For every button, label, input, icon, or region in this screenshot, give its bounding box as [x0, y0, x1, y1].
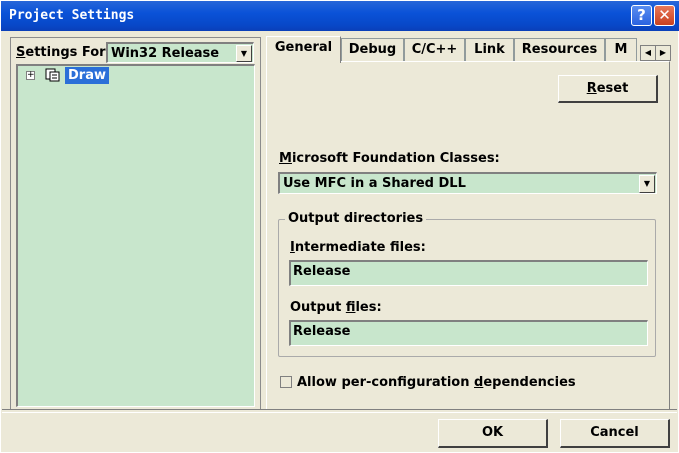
tab-general[interactable]: General [266, 36, 341, 63]
tab-link[interactable]: Link [465, 38, 514, 62]
tab-debug[interactable]: Debug [341, 38, 404, 62]
tab-more[interactable]: M [605, 38, 637, 62]
close-button[interactable]: ✕ [654, 5, 675, 26]
output-files-label: Output files: [290, 300, 382, 315]
footer-separator [2, 409, 677, 413]
chevron-down-icon[interactable]: ▼ [236, 45, 252, 62]
project-icon [45, 68, 60, 82]
allow-dependencies-checkbox[interactable] [280, 376, 292, 388]
chevron-down-icon[interactable]: ▼ [639, 175, 655, 193]
close-icon: ✕ [658, 6, 671, 24]
output-files-input[interactable]: Release [289, 320, 648, 346]
allow-dependencies-label[interactable]: Allow per-configuration dependencies [297, 375, 576, 390]
configuration-value: Win32 Release [111, 46, 220, 61]
settings-for-label: Settings For: [16, 45, 111, 60]
settings-for-panel: Settings For: Win32 Release ▼ + Draw [10, 37, 261, 410]
configuration-combo[interactable]: Win32 Release ▼ [106, 42, 254, 63]
tab-scroll-right-icon[interactable]: ▶ [655, 45, 671, 61]
project-settings-dialog: Project Settings ? ✕ Settings For: Win32… [0, 0, 679, 453]
mfc-combo[interactable]: Use MFC in a Shared DLL ▼ [278, 172, 657, 194]
output-directories-title: Output directories [285, 211, 427, 226]
reset-button[interactable]: Reset [558, 75, 658, 103]
help-button[interactable]: ? [631, 5, 652, 26]
tree-expand-icon[interactable]: + [26, 71, 35, 80]
help-icon: ? [637, 6, 646, 24]
intermediate-files-input[interactable]: Release [289, 260, 648, 286]
tab-resources[interactable]: Resources [514, 38, 605, 62]
intermediate-files-label: Intermediate files: [290, 240, 426, 255]
cancel-button[interactable]: Cancel [560, 419, 670, 448]
dialog-title: Project Settings [9, 8, 135, 23]
tree-item-draw[interactable]: Draw [65, 67, 109, 84]
mfc-label: Microsoft Foundation Classes: [279, 151, 500, 166]
project-tree[interactable]: + Draw [16, 64, 255, 407]
ok-button[interactable]: OK [438, 419, 548, 448]
title-bar[interactable]: Project Settings ? ✕ [1, 1, 679, 31]
tab-c-cpp[interactable]: C/C++ [404, 38, 465, 62]
mfc-value: Use MFC in a Shared DLL [283, 176, 466, 191]
tab-scroll-left-icon[interactable]: ◀ [640, 45, 656, 61]
